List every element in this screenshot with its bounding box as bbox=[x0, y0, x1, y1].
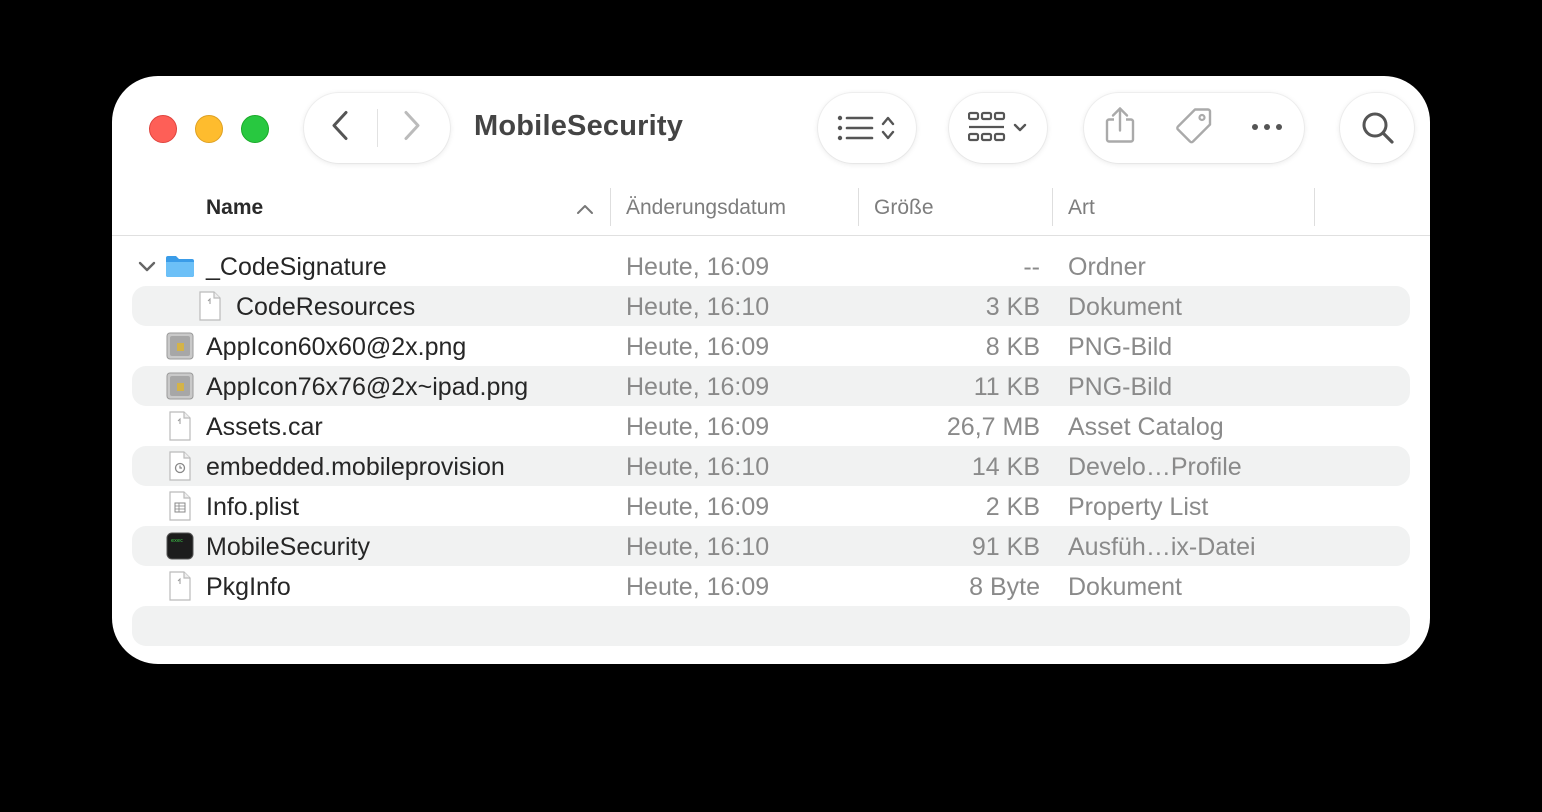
column-date[interactable]: Änderungsdatum bbox=[626, 196, 786, 220]
actions-group bbox=[1084, 93, 1304, 163]
plist-icon bbox=[166, 491, 194, 521]
file-date: Heute, 16:09 bbox=[626, 373, 770, 401]
chevron-right-icon bbox=[396, 109, 426, 148]
file-date: Heute, 16:09 bbox=[626, 573, 770, 601]
column-kind[interactable]: Art bbox=[1068, 196, 1095, 220]
file-kind: Develo…Profile bbox=[1068, 453, 1242, 481]
file-name: AppIcon76x76@2x~ipad.png bbox=[206, 373, 529, 401]
view-options-button[interactable] bbox=[818, 93, 916, 163]
share-button[interactable] bbox=[1102, 106, 1138, 151]
file-kind: PNG-Bild bbox=[1068, 333, 1173, 361]
image-icon bbox=[166, 372, 194, 400]
navigation-group bbox=[304, 93, 450, 163]
forward-button[interactable] bbox=[396, 109, 426, 148]
file-size: 26,7 MB bbox=[946, 413, 1040, 441]
file-date: Heute, 16:09 bbox=[626, 333, 770, 361]
finder-window: MobileSecurity Name Änderungsdatum Größe… bbox=[112, 76, 1430, 664]
empty-row bbox=[132, 606, 1410, 646]
file-name: Info.plist bbox=[206, 493, 300, 521]
search-button[interactable] bbox=[1340, 93, 1414, 163]
file-list: _CodeSignature Heute, 16:09 -- Ordner Co… bbox=[132, 246, 1410, 646]
document-icon bbox=[166, 571, 194, 601]
document-icon bbox=[196, 291, 224, 321]
file-size: 2 KB bbox=[985, 493, 1040, 521]
file-size: 11 KB bbox=[973, 373, 1040, 401]
more-icon bbox=[1250, 119, 1284, 137]
document-icon bbox=[166, 411, 194, 441]
list-item[interactable]: PkgInfo Heute, 16:09 8 Byte Dokument bbox=[132, 566, 1410, 606]
file-date: Heute, 16:09 bbox=[626, 253, 770, 281]
file-date: Heute, 16:09 bbox=[626, 413, 770, 441]
tag-icon bbox=[1174, 106, 1214, 151]
file-kind: Dokument bbox=[1068, 573, 1182, 601]
file-name: AppIcon60x60@2x.png bbox=[206, 333, 467, 361]
executable-icon: exec bbox=[166, 532, 194, 560]
list-item[interactable]: AppIcon76x76@2x~ipad.png Heute, 16:09 11… bbox=[132, 366, 1410, 406]
provision-icon bbox=[166, 451, 194, 481]
list-view-icon bbox=[836, 113, 900, 143]
more-button[interactable] bbox=[1250, 119, 1284, 137]
file-name: CodeResources bbox=[236, 293, 416, 321]
file-kind: Property List bbox=[1068, 493, 1209, 521]
back-button[interactable] bbox=[326, 109, 356, 148]
search-icon bbox=[1360, 110, 1396, 146]
file-kind: Asset Catalog bbox=[1068, 413, 1224, 441]
list-item[interactable]: Assets.car Heute, 16:09 26,7 MB Asset Ca… bbox=[132, 406, 1410, 446]
file-name: embedded.mobileprovision bbox=[206, 453, 505, 481]
file-kind: Dokument bbox=[1068, 293, 1182, 321]
chevron-left-icon bbox=[326, 109, 356, 148]
file-date: Heute, 16:10 bbox=[626, 533, 770, 561]
file-size: 8 Byte bbox=[969, 573, 1040, 601]
group-button[interactable] bbox=[949, 93, 1047, 163]
file-date: Heute, 16:10 bbox=[626, 453, 770, 481]
tag-button[interactable] bbox=[1174, 106, 1214, 151]
list-item[interactable]: AppIcon60x60@2x.png Heute, 16:09 8 KB PN… bbox=[132, 326, 1410, 366]
zoom-button[interactable] bbox=[241, 115, 269, 143]
list-item[interactable]: Info.plist Heute, 16:09 2 KB Property Li… bbox=[132, 486, 1410, 526]
file-kind: PNG-Bild bbox=[1068, 373, 1173, 401]
file-size: -- bbox=[1023, 253, 1040, 281]
image-icon bbox=[166, 332, 194, 360]
file-date: Heute, 16:10 bbox=[626, 293, 770, 321]
close-button[interactable] bbox=[149, 115, 177, 143]
column-divider[interactable] bbox=[610, 188, 611, 226]
grid-view-icon bbox=[968, 111, 1032, 145]
file-name: PkgInfo bbox=[206, 573, 291, 601]
list-item[interactable]: CodeResources Heute, 16:10 3 KB Dokument bbox=[132, 286, 1410, 326]
file-name: Assets.car bbox=[206, 413, 323, 441]
file-date: Heute, 16:09 bbox=[626, 493, 770, 521]
column-name[interactable]: Name bbox=[206, 196, 263, 220]
list-item[interactable]: exec MobileSecurity Heute, 16:10 91 KB A… bbox=[132, 526, 1410, 566]
column-size[interactable]: Größe bbox=[874, 196, 934, 220]
window-title: MobileSecurity bbox=[474, 110, 684, 142]
sort-ascending-icon bbox=[576, 202, 594, 220]
column-divider[interactable] bbox=[1052, 188, 1053, 226]
minimize-button[interactable] bbox=[195, 115, 223, 143]
list-item[interactable]: embedded.mobileprovision Heute, 16:10 14… bbox=[132, 446, 1410, 486]
file-size: 3 KB bbox=[985, 293, 1040, 321]
share-icon bbox=[1102, 106, 1138, 151]
folder-icon bbox=[164, 252, 196, 280]
file-size: 14 KB bbox=[971, 453, 1040, 481]
file-kind: Ordner bbox=[1068, 253, 1146, 281]
file-name: MobileSecurity bbox=[206, 533, 370, 561]
column-divider[interactable] bbox=[1314, 188, 1315, 226]
column-divider[interactable] bbox=[858, 188, 859, 226]
disclosure-triangle-icon[interactable] bbox=[136, 255, 158, 277]
file-size: 8 KB bbox=[985, 333, 1040, 361]
divider bbox=[377, 109, 378, 147]
file-name: _CodeSignature bbox=[206, 253, 387, 281]
list-item[interactable]: _CodeSignature Heute, 16:09 -- Ordner bbox=[132, 246, 1410, 286]
column-header: Name Änderungsdatum Größe Art bbox=[112, 188, 1430, 236]
svg-text:exec: exec bbox=[171, 538, 183, 544]
file-kind: Ausfüh…ix-Datei bbox=[1068, 533, 1256, 561]
file-size: 91 KB bbox=[971, 533, 1040, 561]
